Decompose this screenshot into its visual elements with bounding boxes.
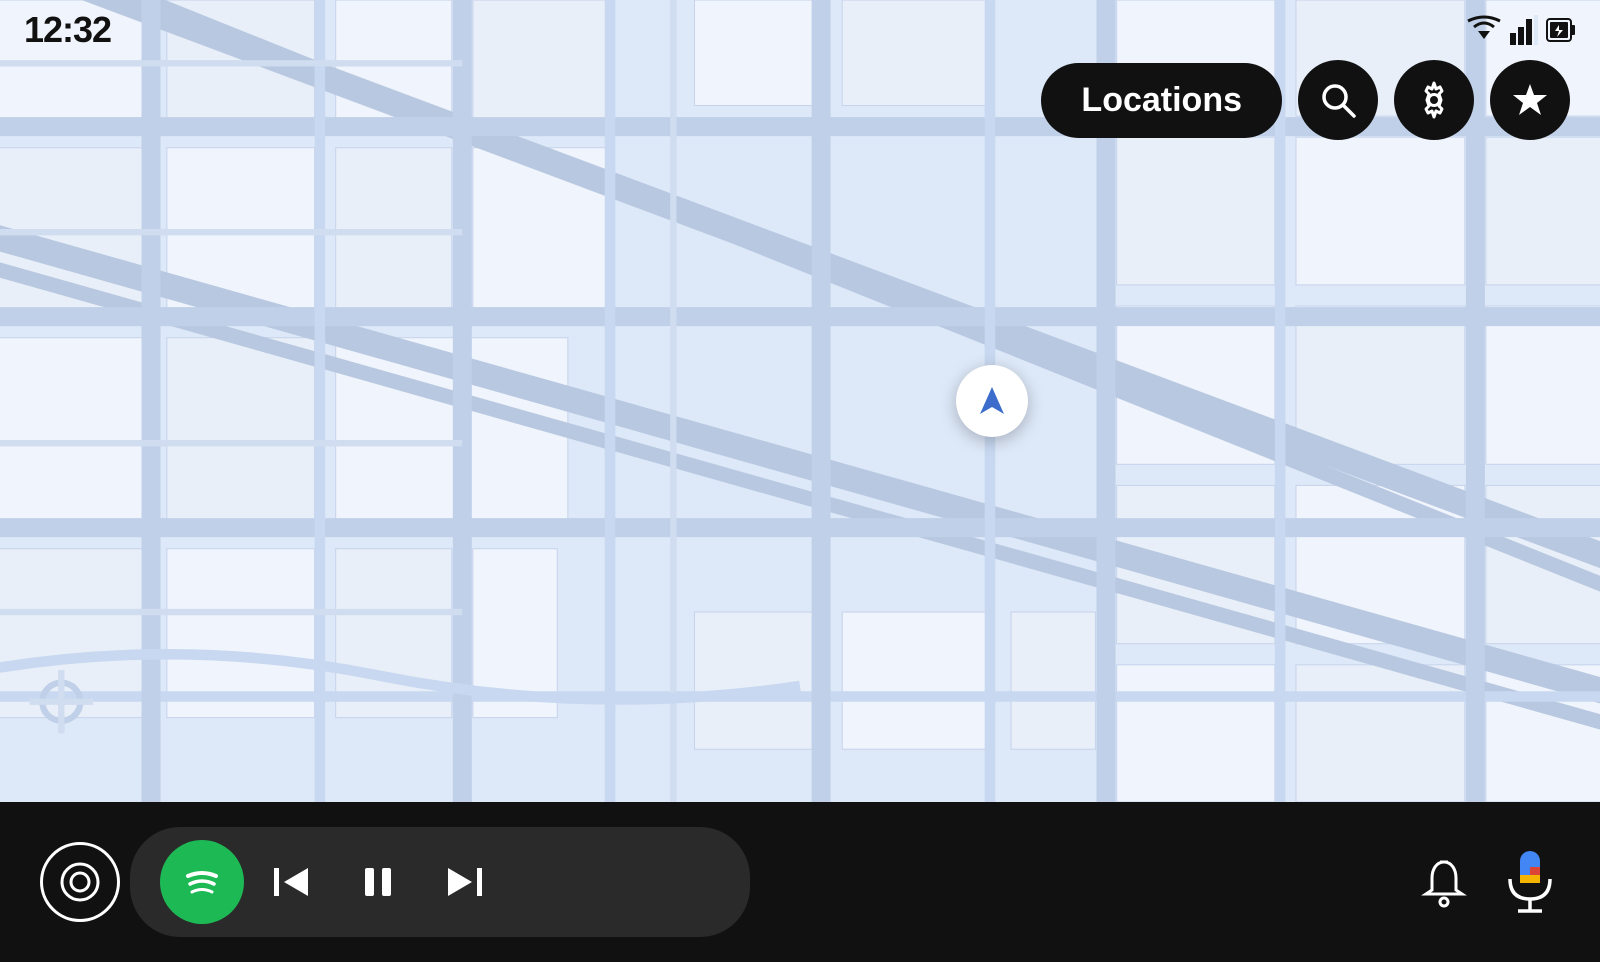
pause-button[interactable] <box>340 852 416 912</box>
previous-icon <box>270 860 314 904</box>
settings-button[interactable] <box>1394 60 1474 140</box>
favorites-button[interactable] <box>1490 60 1570 140</box>
spotify-button[interactable] <box>160 840 244 924</box>
locations-button[interactable]: Locations <box>1041 63 1282 138</box>
microphone-button[interactable] <box>1500 847 1560 917</box>
battery-icon <box>1546 17 1576 43</box>
settings-icon <box>1415 81 1453 119</box>
search-icon <box>1319 81 1357 119</box>
signal-icon <box>1510 15 1538 45</box>
app: 12:32 <box>0 0 1600 962</box>
status-icons <box>1466 15 1576 45</box>
notification-button[interactable] <box>1418 856 1470 908</box>
time-display: 12:32 <box>24 9 111 51</box>
home-icon <box>60 862 100 902</box>
status-bar: 12:32 <box>0 0 1600 60</box>
bell-icon <box>1418 856 1470 908</box>
star-icon <box>1510 80 1550 120</box>
current-location-button[interactable] <box>956 365 1028 437</box>
navigation-icon <box>973 382 1011 420</box>
next-button[interactable] <box>426 852 502 912</box>
map-area: 12:32 <box>0 0 1600 802</box>
bottom-bar <box>0 802 1600 962</box>
wifi-icon <box>1466 15 1502 45</box>
top-controls: Locations <box>1041 60 1570 140</box>
media-controls <box>130 827 750 937</box>
mic-icon <box>1500 847 1560 917</box>
home-button[interactable] <box>40 842 120 922</box>
search-button[interactable] <box>1298 60 1378 140</box>
previous-button[interactable] <box>254 852 330 912</box>
spotify-icon <box>176 856 228 908</box>
right-controls <box>1418 847 1560 917</box>
pause-icon <box>356 860 400 904</box>
next-icon <box>442 860 486 904</box>
